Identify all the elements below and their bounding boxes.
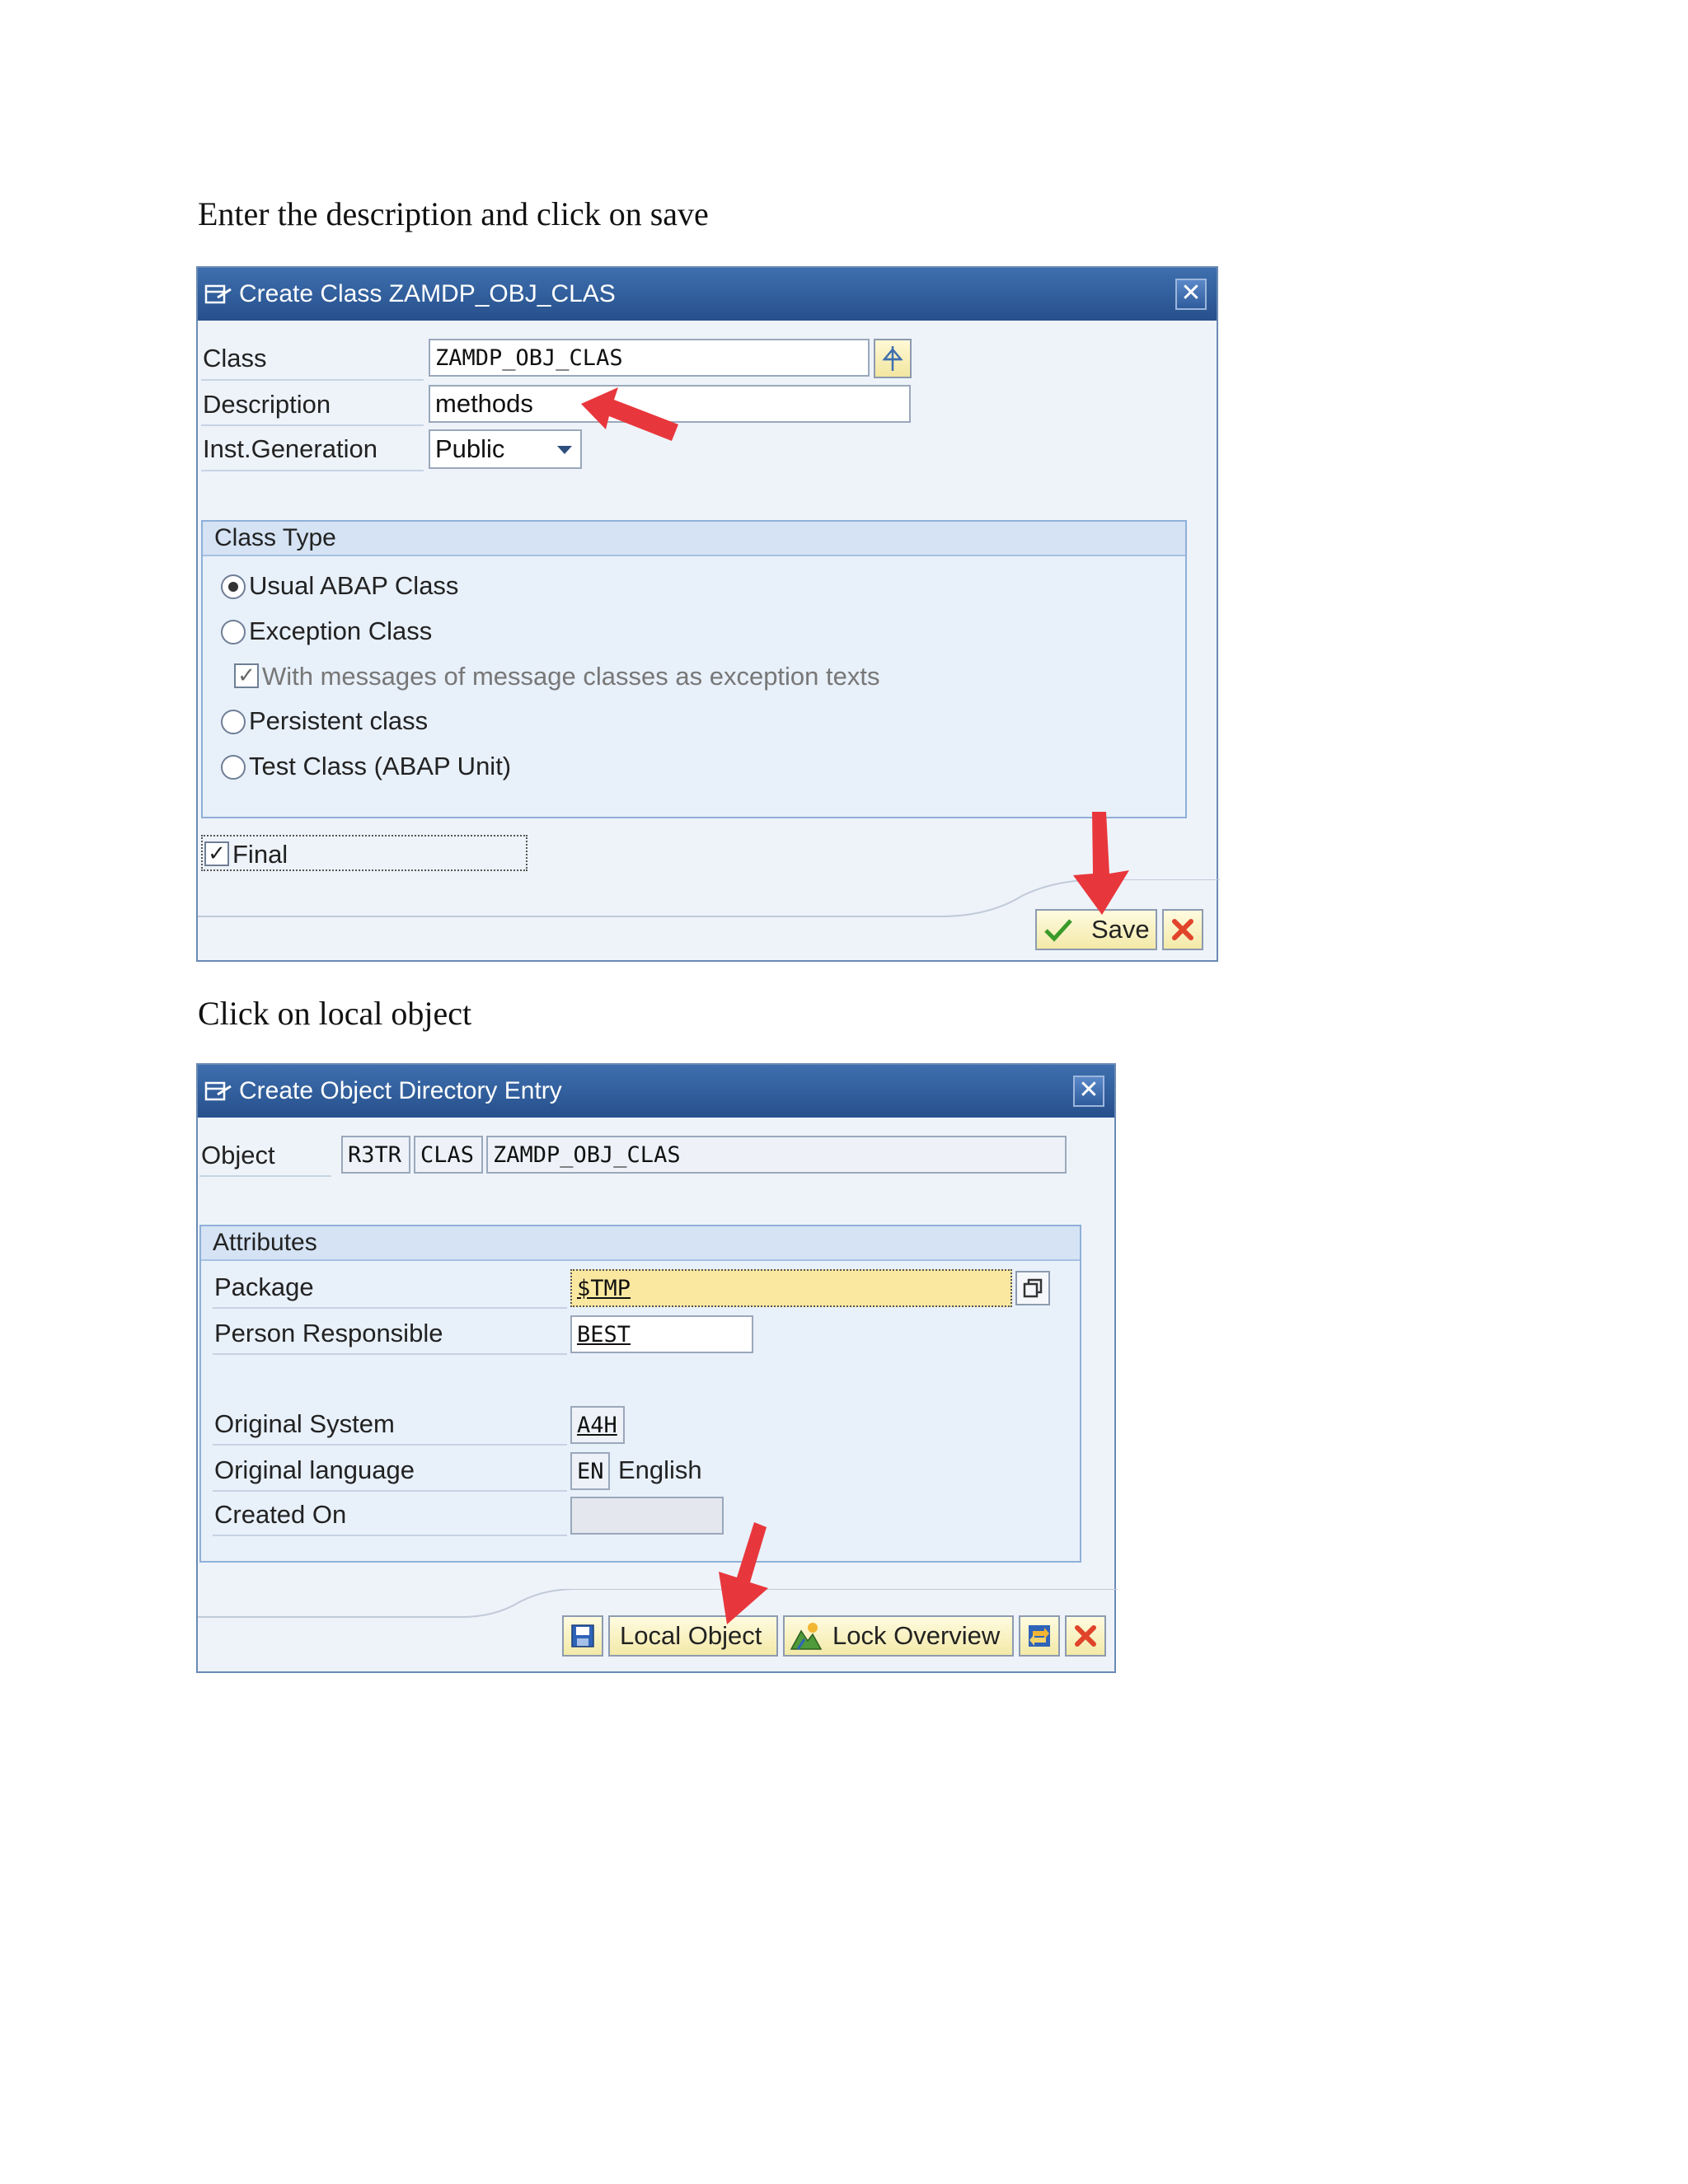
save-icon: [571, 1624, 594, 1647]
row-divider: [213, 1444, 567, 1446]
row-divider: [201, 470, 424, 471]
created-on-field: [570, 1497, 724, 1535]
arrow-annotation-save: [1073, 812, 1129, 915]
class-pin-button[interactable]: [874, 339, 912, 378]
final-label: Final: [232, 840, 288, 869]
original-system-label: Original System: [214, 1409, 395, 1438]
lock-overview-icon: [790, 1623, 823, 1650]
close-icon[interactable]: ✕: [1073, 1076, 1104, 1107]
row-divider: [213, 1353, 567, 1355]
radio-usual-abap-class[interactable]: [221, 574, 246, 599]
row-divider: [201, 379, 424, 381]
close-icon[interactable]: ✕: [1175, 279, 1207, 310]
dialog-titlebar: Create Class ZAMDP_OBJ_CLAS ✕: [198, 268, 1217, 321]
person-responsible-label: Person Responsible: [214, 1319, 443, 1347]
class-type-group: Class Type Usual ABAP Class Exception Cl…: [201, 520, 1187, 818]
row-divider: [199, 1175, 331, 1177]
dialog-title: Create Object Directory Entry: [239, 1077, 562, 1104]
inst-generation-value: Public: [435, 434, 505, 463]
dialog-title: Create Class ZAMDP_OBJ_CLAS: [239, 280, 616, 307]
dialog-window-icon: [204, 1081, 232, 1101]
package-label: Package: [214, 1272, 314, 1301]
package-field[interactable]: $TMP: [570, 1269, 1012, 1307]
inst-generation-select[interactable]: Public: [429, 429, 582, 469]
dialog-window-icon: [204, 284, 232, 304]
option-label: Usual ABAP Class: [249, 571, 459, 600]
final-checkbox[interactable]: ✓: [204, 841, 229, 866]
final-checkbox-row[interactable]: ✓ Final: [201, 835, 528, 871]
dialog-titlebar: Create Object Directory Entry ✕: [198, 1065, 1114, 1118]
cancel-button[interactable]: [1065, 1615, 1106, 1657]
object-directory-dialog: Create Object Directory Entry ✕ Object R…: [196, 1063, 1118, 1673]
radio-test-class[interactable]: [221, 755, 246, 780]
original-system-field: A4H: [570, 1406, 625, 1444]
attributes-group-title: Attributes: [201, 1226, 1080, 1261]
class-name-field[interactable]: ZAMDP_OBJ_CLAS: [429, 339, 870, 377]
transport-icon: [1029, 1625, 1050, 1647]
option-label: With messages of message classes as exce…: [262, 662, 880, 691]
original-language-label: Original language: [214, 1455, 415, 1484]
option-label: Exception Class: [249, 616, 433, 645]
value-help-icon: [1023, 1278, 1043, 1298]
option-label: Test Class (ABAP Unit): [249, 752, 512, 780]
class-type-group-title: Class Type: [203, 522, 1185, 556]
row-divider: [213, 1535, 567, 1536]
chevron-down-icon: [557, 446, 572, 454]
transport-button[interactable]: [1019, 1615, 1060, 1657]
class-label: Class: [203, 344, 267, 373]
save-button-label: Save: [1091, 915, 1150, 944]
radio-persistent-class[interactable]: [221, 710, 246, 734]
option-label: Persistent class: [249, 706, 429, 735]
cancel-icon: [1075, 1625, 1096, 1647]
cancel-button[interactable]: [1162, 909, 1203, 950]
object-label: Object: [201, 1141, 275, 1169]
description-label: Description: [203, 390, 331, 419]
save-entry-button[interactable]: [562, 1615, 603, 1657]
cancel-icon: [1172, 919, 1193, 940]
checkmark-icon: [1044, 919, 1072, 942]
pin-icon: [882, 346, 903, 371]
original-language-name: English: [618, 1455, 702, 1484]
radio-exception-class[interactable]: [221, 620, 246, 644]
object-program-id-field: R3TR: [341, 1136, 410, 1174]
inst-generation-label: Inst.Generation: [203, 434, 377, 463]
checkbox-message-classes[interactable]: ✓: [234, 663, 259, 688]
object-name-field: ZAMDP_OBJ_CLAS: [486, 1136, 1067, 1174]
lock-overview-label: Lock Overview: [832, 1621, 1001, 1650]
row-divider: [201, 424, 424, 426]
created-on-label: Created On: [214, 1500, 347, 1529]
instruction-step-1: Enter the description and click on save: [198, 195, 709, 232]
row-divider: [213, 1307, 567, 1309]
object-type-field: CLAS: [414, 1136, 483, 1174]
row-divider: [213, 1490, 567, 1492]
arrow-annotation-description: [581, 387, 678, 441]
lock-overview-button[interactable]: Lock Overview: [783, 1615, 1014, 1657]
attributes-group: Attributes Package $TMP Person Responsib…: [199, 1225, 1081, 1563]
person-responsible-field[interactable]: BEST: [570, 1315, 753, 1353]
package-f4-help-button[interactable]: [1015, 1271, 1050, 1305]
original-language-code-field: EN: [570, 1452, 610, 1490]
arrow-annotation-local-object: [719, 1522, 768, 1624]
instruction-step-2: Click on local object: [198, 995, 472, 1032]
